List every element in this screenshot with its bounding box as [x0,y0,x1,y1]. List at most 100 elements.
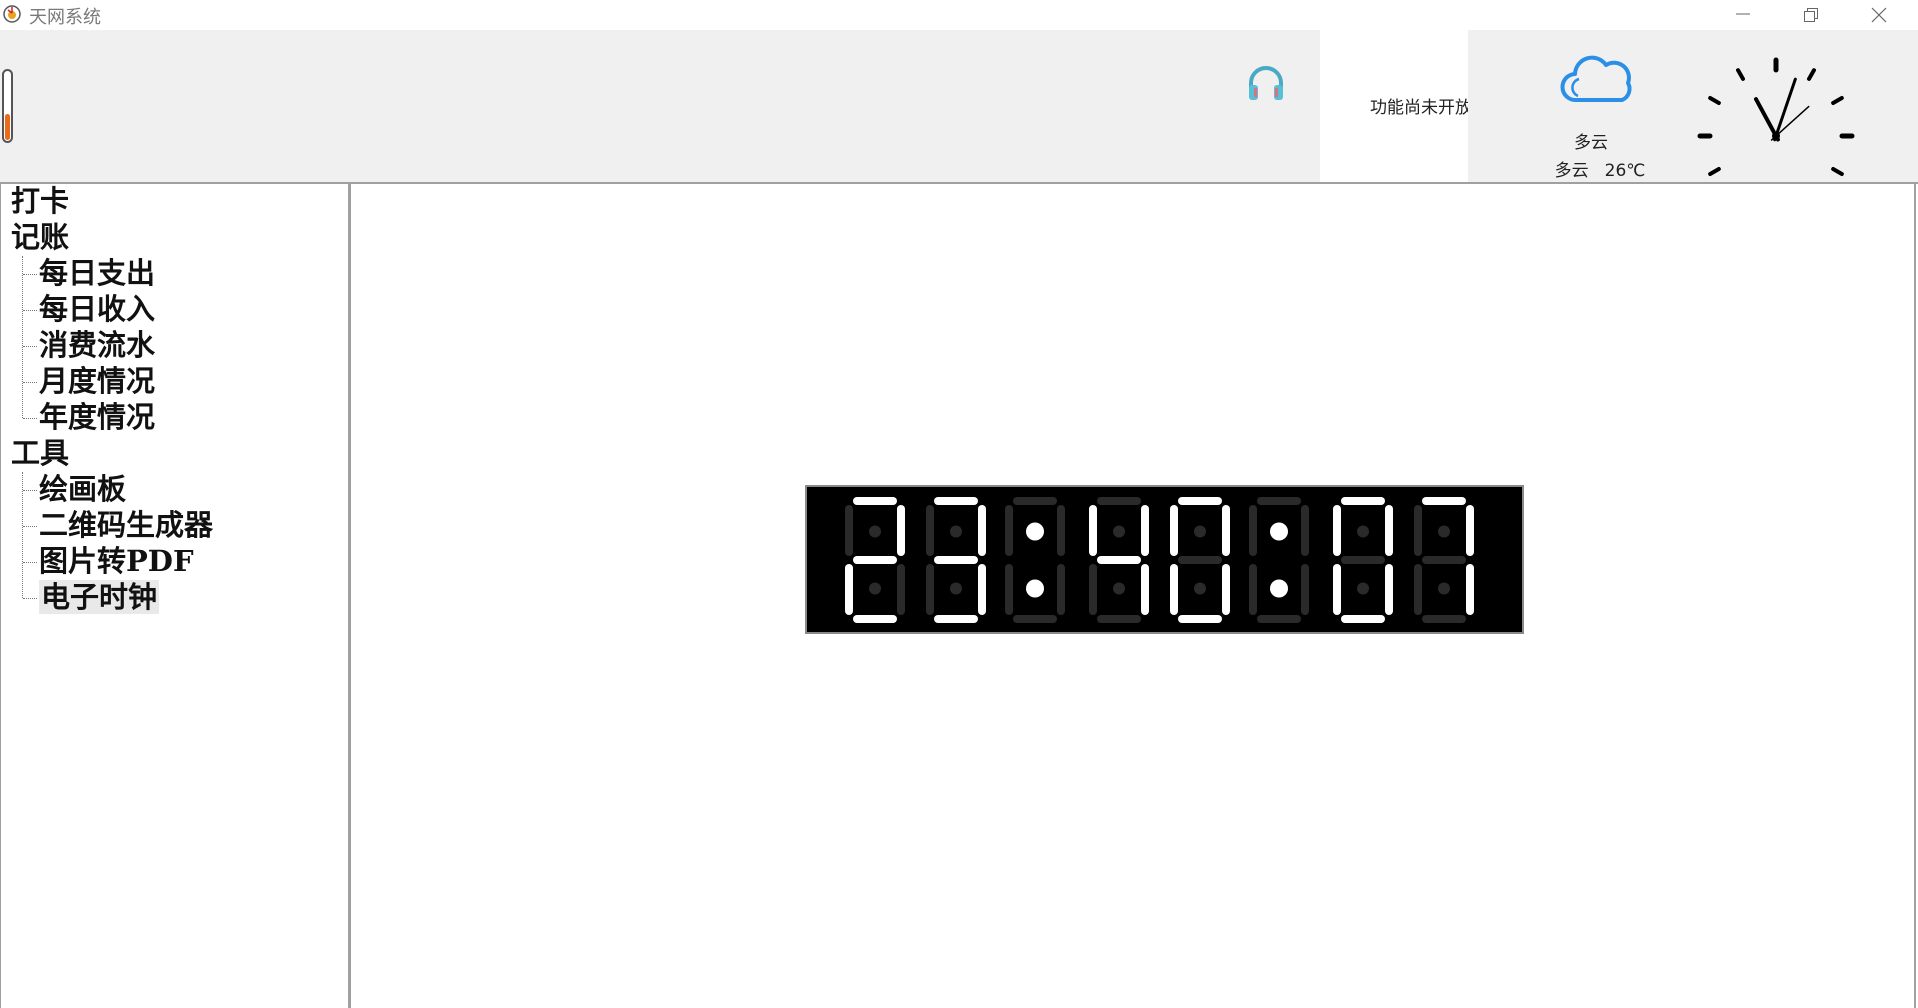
tree-connector [23,346,37,347]
digit-dot [869,525,881,538]
digit-segment [1141,564,1149,615]
digit-segment [1422,615,1466,623]
digit-segment [1341,556,1385,564]
digit-segment [1141,505,1149,556]
notice-panel: 功能尚未开放 [1320,30,1468,182]
digit-segment [1414,505,1422,556]
tree-connector [23,598,37,599]
clock-tick [1807,68,1816,81]
tree-connector [22,256,23,418]
window-title: 天网系统 [29,7,101,28]
tree-item[interactable]: 图片转PDF [39,544,194,578]
digit-segment [1097,497,1141,505]
main-border [1914,182,1916,1008]
clock-tick [1708,96,1721,105]
tree-connector [23,490,37,491]
tree-item[interactable]: 工具 [11,436,69,470]
digit-dot [1357,525,1369,538]
digit-segment [1466,505,1474,556]
cloud-icon [1558,48,1636,110]
digit-dot [1357,582,1369,595]
clock-minute-hand [1773,77,1797,142]
tree-connector [23,310,37,311]
title-bar: 天网系统 [0,0,1918,30]
colon-dot [1270,579,1288,598]
digit-segment [1222,505,1230,556]
digit-segment [926,505,934,556]
tree-item[interactable]: 每日收入 [39,292,155,326]
navigation-tree: 打卡 记账 每日支出 每日收入 消费流水 月度情况 年度情况 工具 绘画板 二维码生成器 图片转PD… [0,182,351,1008]
tree-item[interactable]: 年度情况 [39,400,155,434]
digit-segment [1257,497,1301,505]
clock-colon [1005,497,1065,623]
restore-icon [1804,8,1818,22]
headphone-icon[interactable] [1245,63,1287,105]
restore-button[interactable] [1777,0,1845,30]
digit-segment [934,497,978,505]
digit-dot [1438,582,1450,595]
digit-segment [1385,564,1393,615]
digit-segment [934,556,978,564]
close-button[interactable] [1845,0,1913,30]
tree-connector [23,418,37,419]
digit-segment [853,497,897,505]
colon-dot [1026,579,1044,598]
clock-digit [845,497,905,623]
weather-condition: 多云 [1574,133,1608,153]
thermometer-gauge [2,69,13,143]
clock-digit [926,497,986,623]
clock-digit [1170,497,1230,623]
digit-segment [1414,564,1422,615]
digit-segment [1097,556,1141,564]
digit-segment [1422,497,1466,505]
weather-temperature: 26℃ [1604,161,1646,181]
tree-connector [23,382,37,383]
tree-item[interactable]: 电子时钟 [39,580,160,614]
digit-segment [1170,505,1178,556]
minimize-button[interactable] [1709,0,1777,30]
digit-segment [1089,505,1097,556]
tree-item[interactable]: 二维码生成器 [39,508,213,542]
digit-segment [978,564,986,615]
digit-segment [1005,505,1013,556]
tree-item[interactable]: 打卡 [11,184,69,218]
digit-segment [853,556,897,564]
tree-item[interactable]: 月度情况 [39,364,155,398]
weather-detail-condition: 多云 [1554,161,1589,181]
top-panel: 功能尚未开放 多云 多云 26℃ [0,30,1918,215]
clock-tick [1708,167,1721,176]
digit-dot [1194,525,1206,538]
clock-tick [1736,68,1745,81]
digit-segment [1013,497,1057,505]
digit-segment [1341,497,1385,505]
clock-digit [1414,497,1474,623]
digit-segment [1089,564,1097,615]
tree-item[interactable]: 绘画板 [39,472,126,506]
tree-item[interactable]: 消费流水 [39,328,155,362]
digit-segment [1301,564,1309,615]
digit-segment [926,564,934,615]
app-logo-icon [3,5,21,23]
digit-segment [897,564,905,615]
clock-digit [1333,497,1393,623]
digit-segment [1301,505,1309,556]
tree-item[interactable]: 记账 [11,220,69,254]
digit-segment [1013,615,1057,623]
colon-dot [1270,522,1288,541]
digit-segment [1222,564,1230,615]
digit-segment [1178,556,1222,564]
digit-dot [869,582,881,595]
tree-item[interactable]: 每日支出 [39,256,155,290]
digit-segment [1005,564,1013,615]
digit-segment [845,505,853,556]
digit-segment [1466,564,1474,615]
notice-text: 功能尚未开放 [1370,98,1468,118]
digit-dot [1194,582,1206,595]
digit-dot [1438,525,1450,538]
digit-segment [1385,505,1393,556]
weather-detail: 多云 26℃ [1525,156,1675,181]
close-icon [1871,7,1887,23]
digit-segment [1057,505,1065,556]
thermometer-fill [5,114,10,140]
digit-segment [1178,497,1222,505]
